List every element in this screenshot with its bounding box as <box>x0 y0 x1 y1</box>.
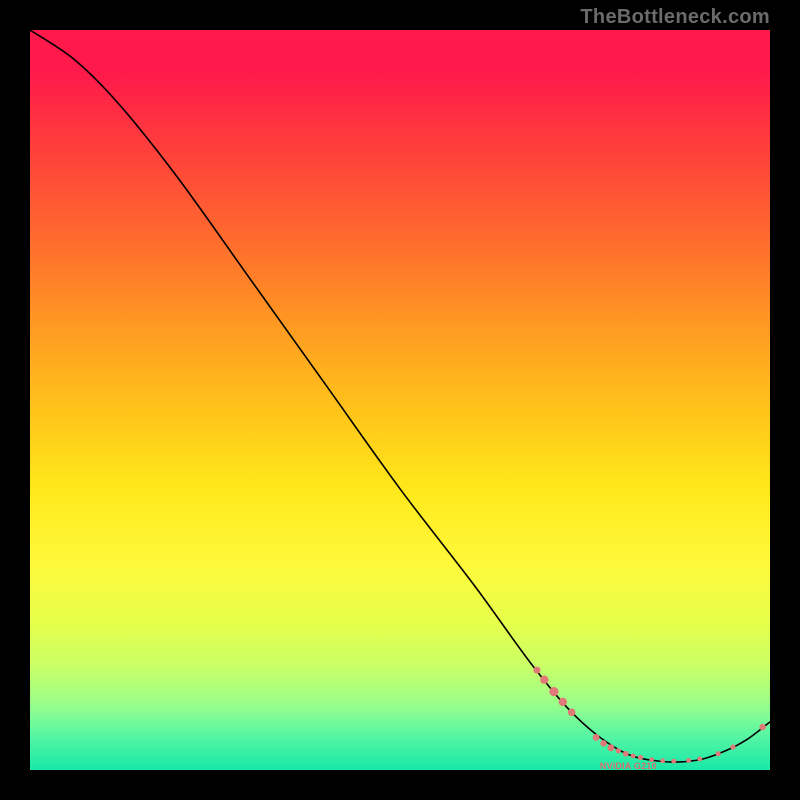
series-label: NVIDIA G210 <box>600 761 657 771</box>
data-point <box>660 758 665 763</box>
data-point <box>671 759 676 764</box>
data-point <box>533 667 540 674</box>
data-point <box>568 708 576 716</box>
chart-svg <box>30 30 770 770</box>
data-point <box>638 755 643 760</box>
data-point <box>686 758 691 763</box>
data-point <box>549 687 558 696</box>
data-point <box>540 676 548 684</box>
data-point <box>593 734 600 741</box>
data-point <box>716 751 721 756</box>
data-point <box>616 748 621 753</box>
data-point <box>559 698 567 706</box>
watermark-text: TheBottleneck.com <box>580 6 770 29</box>
data-point <box>607 744 614 751</box>
plot-area: NVIDIA G210 <box>30 30 770 770</box>
data-point <box>623 751 629 757</box>
data-point <box>600 740 606 746</box>
bottleneck-curve <box>30 30 770 762</box>
data-point <box>631 754 636 759</box>
data-point <box>697 757 702 762</box>
chart-stage: TheBottleneck.com NVIDIA G210 <box>0 0 800 800</box>
data-point <box>759 724 765 730</box>
data-point <box>730 744 735 749</box>
